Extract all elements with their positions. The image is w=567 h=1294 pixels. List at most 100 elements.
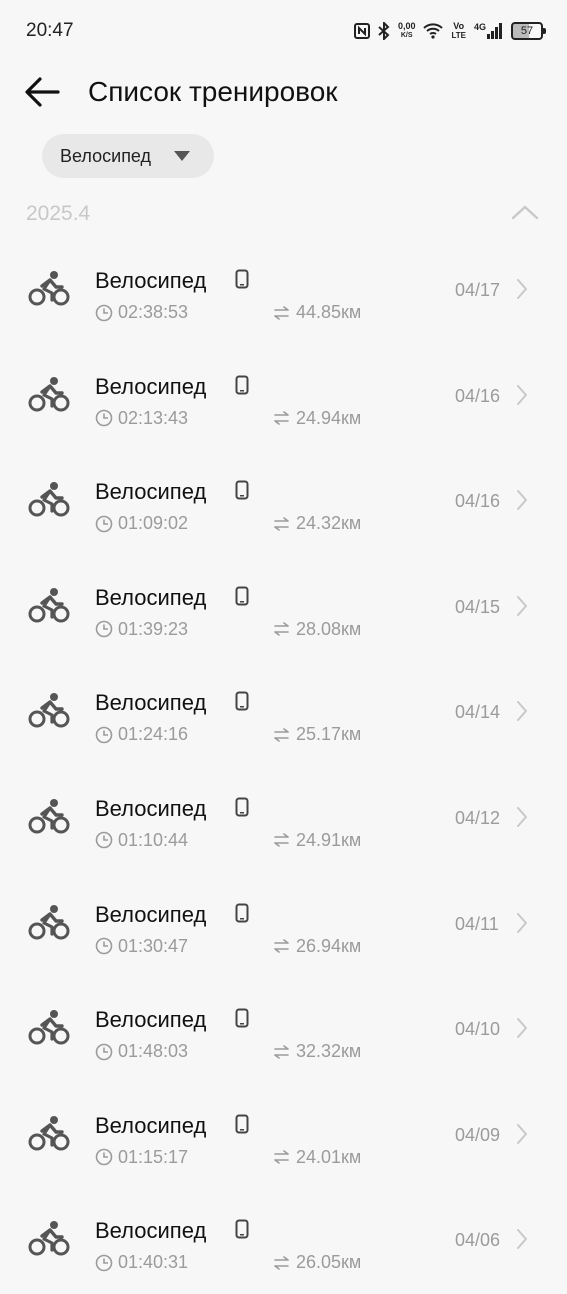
duration-value: 01:24:16 [118,724,189,745]
swap-arrows-icon [274,1256,289,1270]
status-bar: 20:47 0,00 K/S Vo LTE 4G 57 [0,0,567,62]
phone-icon [235,586,249,606]
clock-icon [95,1148,113,1166]
workout-distance: 32.32км [273,1041,361,1062]
clock-icon [95,409,113,427]
workout-type-filter[interactable]: Велосипед [42,134,214,178]
duration-value: 01:09:02 [118,513,189,534]
distance-value: 24.01км [296,1146,362,1167]
duration-value: 01:39:23 [118,618,189,639]
workout-row[interactable]: Велосипед 01:39:23 28.08км 04/15 [0,555,567,661]
workout-distance: 24.32км [273,513,361,534]
bicycle-icon [28,482,70,517]
page-title: Список тренировок [88,76,338,107]
swap-arrows-icon [274,728,289,742]
chevron-right-icon [517,279,527,299]
duration-value: 01:48:03 [118,1041,189,1062]
chevron-right-icon [517,806,527,827]
workout-distance: 28.08км [273,619,361,640]
workout-duration: 02:38:53 [95,302,188,323]
chevron-right-icon [517,1123,527,1144]
bicycle-icon [28,587,70,623]
swap-arrows-icon [274,1044,289,1059]
caret-down-icon [174,151,190,161]
chevron-up-icon [511,205,539,220]
workout-duration: 01:40:31 [95,1252,188,1273]
distance-value: 26.94км [296,935,362,956]
workout-duration: 02:13:43 [95,408,188,429]
workout-name: Велосипед [95,479,207,505]
nfc-icon [353,23,370,39]
distance-value: 44.85км [296,302,362,322]
workout-distance: 24.91км [273,830,361,851]
workout-date: 04/14 [455,702,501,723]
chevron-right-icon [517,490,527,511]
back-button[interactable] [22,74,66,110]
phone-icon [235,480,249,500]
duration-value: 01:10:44 [118,829,189,850]
chevron-right-icon [517,595,527,616]
workout-duration: 01:10:44 [95,830,188,851]
workout-date: 04/16 [455,385,501,406]
distance-value: 26.05км [296,1252,362,1273]
workout-date: 04/16 [455,491,501,512]
workout-row[interactable]: Велосипед 02:13:43 24.94км 04/16 [0,344,567,450]
chevron-right-icon [517,1229,527,1250]
workout-distance: 24.94км [273,408,361,429]
phone-icon [235,1008,249,1028]
clock-icon [95,1254,113,1272]
clock-icon [95,620,113,638]
workout-name: Велосипед [95,1007,207,1033]
workout-date: 04/11 [455,913,499,934]
phone-icon [235,797,249,817]
bicycle-icon [28,904,70,940]
workout-date: 04/15 [455,596,501,617]
workout-date: 04/12 [455,807,501,828]
clock-icon [95,832,113,849]
workout-row[interactable]: Велосипед 01:24:16 25.17км 04/14 [0,660,567,766]
workout-distance: 44.85км [273,302,361,323]
duration-value: 01:30:47 [118,935,189,956]
workout-name: Велосипед [95,901,207,927]
swap-arrows-icon [274,305,289,320]
clock-icon [95,304,113,321]
collapse-group-button[interactable] [510,202,544,224]
workout-name: Велосипед [95,1218,207,1244]
phone-icon [235,1219,249,1239]
phone-icon [235,903,249,923]
bicycle-icon [28,798,70,834]
distance-value: 32.32км [296,1041,362,1062]
workout-row[interactable]: Велосипед 01:40:31 26.05км 04/06 [0,1188,567,1294]
workout-row[interactable]: Велосипед 01:15:17 24.01км 04/09 [0,1083,567,1189]
phone-icon [235,375,249,395]
workout-duration: 01:48:03 [95,1041,188,1062]
workout-row[interactable]: Велосипед 01:48:03 32.32км 04/10 [0,977,567,1083]
bicycle-icon [28,1010,70,1045]
workout-duration: 01:09:02 [95,513,188,534]
duration-value: 02:13:43 [118,407,189,428]
workout-name: Велосипед [95,795,207,821]
workout-date: 04/06 [455,1230,501,1251]
cellular-signal: 4G [474,23,503,39]
workout-row[interactable]: Велосипед 01:30:47 26.94км 04/11 [0,872,567,978]
swap-arrows-icon [274,939,289,953]
phone-icon [235,269,249,289]
workout-row[interactable]: Велосипед 02:38:53 44.85км 04/17 [0,238,567,344]
workout-row[interactable]: Велосипед 01:10:44 24.91км 04/12 [0,766,567,872]
distance-value: 28.08км [296,618,362,639]
chevron-right-icon [517,701,527,722]
swap-arrows-icon [274,1150,289,1165]
distance-value: 24.94км [296,407,362,428]
wifi-icon [423,23,444,39]
header: Список тренировок [0,62,567,126]
workout-date: 04/09 [455,1124,501,1145]
swap-arrows-icon [274,833,289,848]
workout-duration: 01:24:16 [95,724,188,745]
workout-name: Велосипед [95,584,207,610]
duration-value: 01:40:31 [118,1252,189,1273]
workout-name: Велосипед [95,268,207,293]
phone-icon [235,691,249,711]
swap-arrows-icon [274,622,289,637]
workout-row[interactable]: Велосипед 01:09:02 24.32км 04/16 [0,449,567,555]
workout-distance: 26.94км [273,936,361,957]
